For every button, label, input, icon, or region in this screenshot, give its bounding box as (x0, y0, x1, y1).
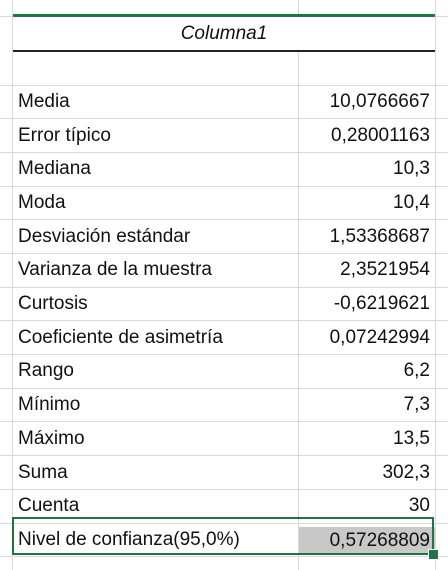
header-row[interactable]: Columna1 (0, 17, 448, 51)
table-row[interactable]: Varianza de la muestra 2,3521954 (0, 254, 448, 288)
stat-value[interactable]: 0,28001163 (299, 119, 435, 152)
stat-label[interactable]: Rango (13, 355, 298, 388)
stat-label[interactable]: Mínimo (13, 389, 298, 422)
stat-value[interactable]: 0,07242994 (299, 321, 435, 354)
table-row[interactable]: Moda 10,4 (0, 187, 448, 221)
stat-label[interactable]: Moda (13, 187, 298, 220)
stat-label[interactable]: Media (13, 86, 298, 119)
stat-value[interactable]: 1,53368687 (299, 220, 435, 253)
selected-range[interactable] (12, 517, 434, 555)
table-row[interactable]: Máximo 13,5 (0, 423, 448, 457)
stat-label[interactable]: Error típico (13, 119, 298, 152)
stat-value[interactable]: 2,3521954 (299, 254, 435, 287)
table-row[interactable]: Coeficiente de asimetría 0,07242994 (0, 321, 448, 356)
stat-label[interactable]: Varianza de la muestra (13, 254, 298, 287)
stat-value[interactable]: 6,2 (299, 355, 435, 388)
top-border (13, 14, 435, 17)
stat-label[interactable]: Desviación estándar (13, 220, 298, 253)
stat-label[interactable]: Mediana (13, 153, 298, 186)
table-row[interactable]: Mínimo 7,3 (0, 389, 448, 423)
spreadsheet-grid: Columna1 Media 10,0766667 Error típico 0,28… (0, 0, 448, 570)
stat-label[interactable]: Coeficiente de asimetría (13, 321, 298, 354)
stat-value[interactable]: 10,3 (299, 153, 435, 186)
stat-value[interactable]: -0,6219621 (299, 288, 435, 321)
table-row[interactable]: Error típico 0,28001163 (0, 119, 448, 153)
stat-label[interactable]: Suma (13, 456, 298, 489)
column-header[interactable]: Columna1 (13, 17, 435, 51)
stat-label[interactable]: Máximo (13, 423, 298, 456)
stat-value[interactable]: 10,4 (299, 187, 435, 220)
table-row[interactable]: Media 10,0766667 (0, 86, 448, 120)
stat-label[interactable]: Curtosis (13, 288, 298, 321)
stat-value[interactable]: 10,0766667 (299, 86, 435, 119)
stat-value[interactable]: 7,3 (299, 389, 435, 422)
table-row[interactable]: Suma 302,3 (0, 456, 448, 490)
fill-handle[interactable] (428, 549, 439, 560)
stat-value[interactable]: 13,5 (299, 423, 435, 456)
empty-row[interactable] (0, 52, 448, 86)
table-row[interactable]: Desviación estándar 1,53368687 (0, 220, 448, 254)
table-row[interactable]: Curtosis -0,6219621 (0, 288, 448, 322)
stat-value[interactable]: 302,3 (299, 456, 435, 489)
table-row[interactable]: Mediana 10,3 (0, 153, 448, 187)
table-row[interactable]: Rango 6,2 (0, 355, 448, 389)
